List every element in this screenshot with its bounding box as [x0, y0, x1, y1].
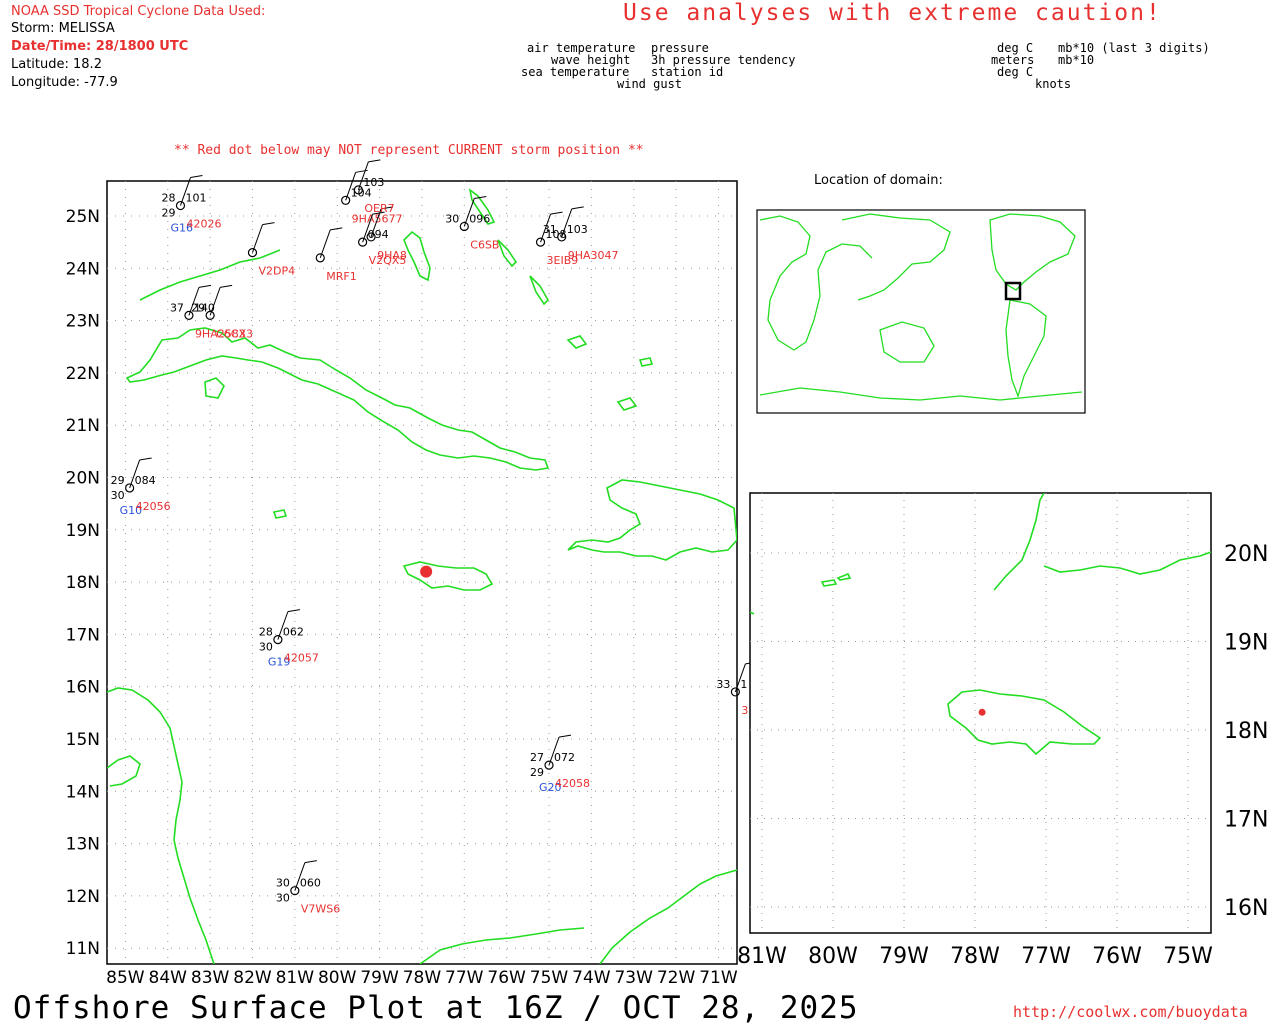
latitude-tick-label: 11N [66, 939, 100, 959]
main-map[interactable]: 25N 24N 23N 22N 21N 20N 19N 18N 17N 16N 15N 14N 13N 1… [66, 159, 776, 988]
latitude-tick-label: 17N [66, 625, 100, 645]
latitude-tick-label: 20N [66, 469, 100, 489]
wind-barb-flag-icon [355, 169, 368, 173]
station-air-temp: 37 [170, 301, 184, 314]
longitude-tick-label: 76W [487, 968, 526, 988]
station-air-temp: 30 [445, 212, 459, 225]
station-id: MRF1 [326, 270, 356, 283]
station-sea-temp: 30 [276, 892, 290, 905]
zoom-longitude-tick-label: 81W [737, 944, 787, 969]
station-id: C6SB [470, 238, 499, 251]
station-sea-temp: 29 [530, 766, 544, 779]
station-pressure: 101 [185, 192, 206, 205]
storm-position-marker[interactable] [420, 565, 433, 578]
station-pressure: 060 [300, 877, 321, 890]
longitude-tick-label: 78W [403, 968, 442, 988]
latitude-tick-label: 14N [66, 782, 100, 802]
station-pressure: 1 [740, 678, 747, 691]
latitude-tick-label: 21N [66, 416, 100, 436]
world-locator-map [756, 209, 1086, 414]
station-air-temp: 29 [191, 301, 205, 314]
station-pressure: 072 [554, 751, 575, 764]
latitude-tick-label: 19N [66, 521, 100, 541]
zoom-longitude-tick-label: 78W [950, 944, 1000, 969]
latitude-tick-label: 18N [66, 573, 100, 593]
zoom-latitude-tick-label: 16N [1224, 896, 1268, 921]
longitude-tick-label: 83W [191, 968, 230, 988]
station-pressure: 103 [363, 176, 384, 189]
station-sea-temp: 30 [111, 489, 125, 502]
station-air-temp: 30 [276, 877, 290, 890]
longitude-tick-label: 85W [106, 968, 145, 988]
station-air-temp: 28 [161, 192, 175, 205]
longitude-tick-label: 80W [318, 968, 357, 988]
longitude-tick-label: 73W [614, 968, 653, 988]
station-id: 3EIB9 [547, 254, 579, 267]
station-pressure: 094 [368, 228, 389, 241]
longitude-tick-label: 84W [149, 968, 188, 988]
latitude-tick-label: 12N [66, 887, 100, 907]
station-pressure: 103 [567, 223, 588, 236]
zoom-longitude-tick-label: 79W [879, 944, 929, 969]
zoom-longitude-tick-label: 80W [808, 944, 858, 969]
station-id: OER7 [364, 202, 394, 215]
station-pressure: 096 [469, 212, 490, 225]
latitude-tick-label: 16N [66, 678, 100, 698]
zoom-latitude-tick-label: 19N [1224, 631, 1268, 656]
station-id: C6CX3 [216, 327, 253, 340]
latitude-tick-label: 23N [66, 312, 100, 332]
latitude-tick-label: 13N [66, 835, 100, 855]
wind-barb-flag-icon [368, 159, 381, 163]
zoom-latitude-tick-label: 18N [1224, 719, 1268, 744]
station-air-temp: 33 [716, 678, 730, 691]
zoom-map[interactable]: 20N 19N 18N 17N 16N 81W 80W 79W 78W 77W 76W 75W [737, 492, 1268, 969]
longitude-tick-label: 75W [530, 968, 569, 988]
station-id: 42056 [136, 500, 171, 513]
main-map-longitude-labels: 85W 84W 83W 82W 81W 80W 79W 78W 77W 76W 75W 74W 73W 7… [106, 968, 738, 988]
station-id: 42058 [555, 777, 590, 790]
latitude-tick-label: 25N [66, 207, 100, 227]
zoom-map-latitude-labels: 20N 19N 18N 17N 16N [1224, 542, 1268, 921]
station-air-temp: 27 [530, 751, 544, 764]
zoom-longitude-tick-label: 76W [1092, 944, 1142, 969]
longitude-tick-label: 77W [445, 968, 484, 988]
station-id: V2DP4 [258, 265, 295, 278]
world-map-frame [756, 209, 1086, 414]
longitude-tick-label: 72W [657, 968, 696, 988]
station-pressure: 108 [546, 228, 567, 241]
longitude-tick-label: 71W [699, 968, 738, 988]
map-canvas: 25N 24N 23N 22N 21N 20N 19N 18N 17N 16N 15N 14N 13N 1… [66, 159, 1268, 988]
station-sea-temp: 29 [161, 207, 175, 220]
station-pressure: 084 [135, 474, 156, 487]
zoom-longitude-tick-label: 77W [1021, 944, 1071, 969]
longitude-tick-label: 74W [572, 968, 611, 988]
longitude-tick-label: 82W [233, 968, 272, 988]
main-map-latitude-labels: 25N 24N 23N 22N 21N 20N 19N 18N 17N 16N 15N 14N 13N 1… [66, 207, 100, 959]
station-id: 9HA8 [377, 249, 407, 262]
zoom-longitude-tick-label: 75W [1163, 944, 1213, 969]
station-air-temp: 28 [259, 626, 273, 639]
zoom-storm-position-marker[interactable] [978, 708, 986, 716]
longitude-tick-label: 79W [360, 968, 399, 988]
station-pressure: 062 [283, 626, 304, 639]
longitude-tick-label: 81W [276, 968, 315, 988]
station-sea-temp: 30 [259, 641, 273, 654]
zoom-latitude-tick-label: 20N [1224, 542, 1268, 567]
latitude-tick-label: 15N [66, 730, 100, 750]
station-id: V7WS6 [301, 903, 340, 916]
zoom-latitude-tick-label: 17N [1224, 808, 1268, 833]
latitude-tick-label: 22N [66, 364, 100, 384]
station-id: 42057 [284, 652, 319, 665]
station-air-temp: 29 [111, 474, 125, 487]
station-id: 42026 [186, 218, 221, 231]
zoom-map-longitude-labels: 81W 80W 79W 78W 77W 76W 75W [737, 944, 1213, 969]
wind-barb-flag-icon [190, 175, 203, 179]
latitude-tick-label: 24N [66, 259, 100, 279]
